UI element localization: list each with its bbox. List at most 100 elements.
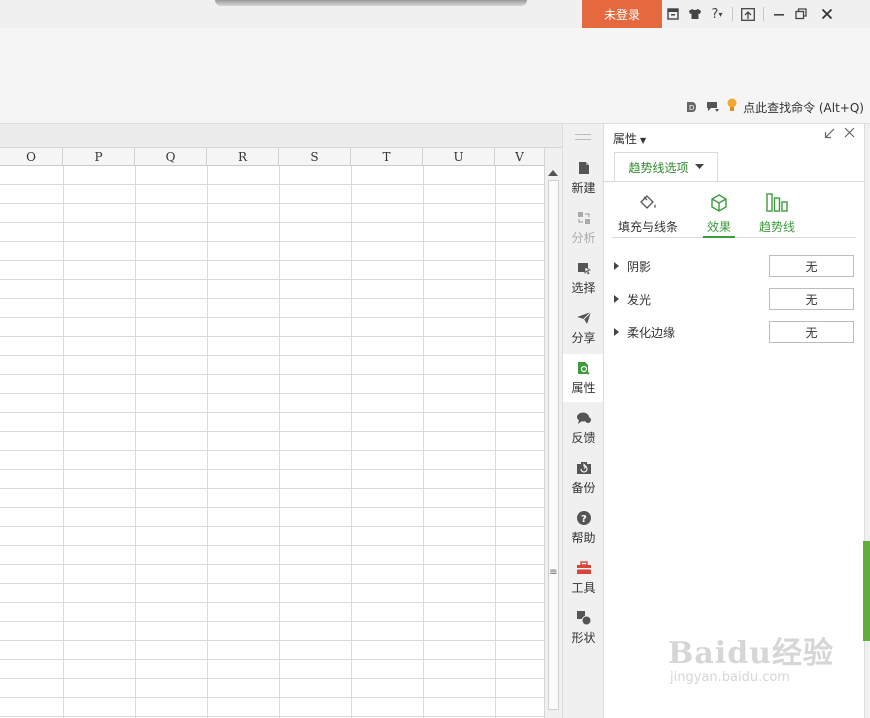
fill-bucket-icon <box>638 190 658 212</box>
tab-divider <box>604 181 865 182</box>
property-value-box[interactable]: 无 <box>769 321 854 343</box>
sidebar-item-label: 工具 <box>571 581 596 595</box>
select-icon <box>576 260 592 276</box>
vertical-scrollbar[interactable]: ≡ <box>544 148 562 718</box>
cell-grid[interactable] <box>0 166 544 718</box>
help-icon[interactable]: ? ▾ <box>706 3 728 25</box>
toolbox-icon <box>576 560 592 576</box>
backup-icon <box>576 460 592 476</box>
watermark-logo: Baidu经验 <box>668 636 834 671</box>
expand-triangle-icon[interactable] <box>614 328 619 336</box>
command-search[interactable]: 点此查找命令 (Alt+Q) <box>743 99 864 116</box>
lightbulb-icon <box>727 98 737 116</box>
scroll-up-arrow[interactable] <box>548 170 558 176</box>
sidebar-item-select[interactable]: 选择 <box>563 254 604 302</box>
sidebar-item-share[interactable]: 分享 <box>563 304 604 352</box>
sidebar-item-label: 分享 <box>571 331 596 345</box>
close-icon[interactable] <box>844 127 855 142</box>
help-label: ? <box>711 6 719 22</box>
property-label: 发光 <box>627 292 652 307</box>
svg-text:?: ? <box>581 514 587 525</box>
column-headers: O P Q R S T U V <box>0 148 544 166</box>
login-button[interactable]: 未登录 <box>582 0 662 28</box>
upload-window-icon[interactable] <box>737 3 759 25</box>
sidebar-item-feedback[interactable]: 反馈 <box>563 404 604 452</box>
sidebar-item-label: 属性 <box>571 381 596 395</box>
panel-title-label: 属性 <box>613 132 638 146</box>
property-glow[interactable]: 发光 无 <box>614 288 854 310</box>
tshirt-icon[interactable] <box>684 3 706 25</box>
column-header[interactable]: V <box>495 148 544 166</box>
subtab-bar: 填充与线条 效果 趋势线 <box>612 190 856 238</box>
panel-collapse-handle[interactable] <box>863 541 870 641</box>
ribbon: D 点此查找命令 (Alt+Q) <box>0 28 870 124</box>
bar-chart-icon <box>766 190 788 212</box>
sheet-top-bar <box>0 124 562 148</box>
window-controls: ? ▾ <box>662 0 838 28</box>
panel-title[interactable]: 属性 ▼ <box>613 130 646 147</box>
column-header[interactable]: S <box>279 148 351 166</box>
new-doc-icon <box>576 160 592 176</box>
subtab-trendline[interactable]: 趋势线 <box>756 190 798 238</box>
scroll-grip-icon[interactable]: ≡ <box>549 568 558 578</box>
chevron-down-icon: ▼ <box>640 136 647 145</box>
restore-icon[interactable] <box>790 3 812 25</box>
sidebar-item-backup[interactable]: 备份 <box>563 454 604 502</box>
sidebar-item-label: 反馈 <box>571 431 596 445</box>
sidebar-item-label: 新建 <box>571 181 596 195</box>
tab-label: 趋势线选项 <box>628 160 689 175</box>
skin-box-icon[interactable] <box>662 3 684 25</box>
divider <box>763 7 764 21</box>
column-header[interactable]: P <box>63 148 135 166</box>
expand-triangle-icon[interactable] <box>614 295 619 303</box>
column-header[interactable]: Q <box>135 148 207 166</box>
sidebar-item-label: 形状 <box>571 631 596 645</box>
expand-triangle-icon[interactable] <box>614 262 619 270</box>
sidebar-item-help[interactable]: ? 帮助 <box>563 504 604 552</box>
comment-flag-icon[interactable] <box>705 99 721 115</box>
toolbar-drag-handle[interactable] <box>575 134 591 140</box>
column-header[interactable]: O <box>0 148 63 166</box>
sidebar-item-shapes[interactable]: 形状 <box>563 604 604 652</box>
chevron-down-icon <box>694 164 704 169</box>
watermark: Baidu经验 jingyan.baidu.com <box>668 628 834 685</box>
sidebar-item-new[interactable]: 新建 <box>563 154 604 202</box>
doc-d-icon[interactable]: D <box>683 99 699 115</box>
watermark-url: jingyan.baidu.com <box>670 670 790 685</box>
sidebar-item-tools[interactable]: 工具 <box>563 554 604 602</box>
property-value-box[interactable]: 无 <box>769 288 854 310</box>
svg-text:D: D <box>689 104 694 112</box>
side-toolbar: 新建 分析 选择 分享 属性 反馈 备份 ? 帮助 工具 形状 <box>562 124 604 718</box>
share-icon <box>576 310 592 326</box>
sidebar-item-label: 选择 <box>571 281 596 295</box>
ribbon-quick-area: D 点此查找命令 (Alt+Q) <box>683 98 864 116</box>
title-bar: 未登录 ? ▾ <box>0 0 870 28</box>
divider <box>732 7 733 21</box>
sidebar-item-label: 备份 <box>571 481 596 495</box>
analysis-icon <box>576 210 592 226</box>
column-header[interactable]: U <box>423 148 495 166</box>
sidebar-item-analysis[interactable]: 分析 <box>563 204 604 252</box>
minimize-icon[interactable] <box>768 3 790 25</box>
cube-icon <box>710 190 728 212</box>
property-label: 阴影 <box>627 259 652 274</box>
subtab-fill-line[interactable]: 填充与线条 <box>616 190 680 238</box>
properties-icon <box>576 360 592 376</box>
subtab-label: 趋势线 <box>758 220 795 234</box>
subtab-label: 效果 <box>706 220 731 234</box>
property-value-box[interactable]: 无 <box>769 255 854 277</box>
property-soft-edges[interactable]: 柔化边缘 无 <box>614 321 854 343</box>
column-header[interactable]: T <box>351 148 423 166</box>
subtab-effects[interactable]: 效果 <box>703 190 735 238</box>
dock-arrow-icon[interactable] <box>824 128 835 142</box>
sidebar-item-properties[interactable]: 属性 <box>563 354 604 402</box>
subtab-label: 填充与线条 <box>617 220 678 234</box>
sidebar-item-label: 帮助 <box>571 531 596 545</box>
property-shadow[interactable]: 阴影 无 <box>614 255 854 277</box>
sidebar-item-label: 分析 <box>571 231 596 245</box>
column-header[interactable]: R <box>207 148 279 166</box>
trendline-options-tab[interactable]: 趋势线选项 <box>614 152 718 182</box>
scroll-thumb[interactable] <box>548 180 559 710</box>
shape-icon <box>576 610 592 626</box>
close-icon[interactable] <box>816 3 838 25</box>
